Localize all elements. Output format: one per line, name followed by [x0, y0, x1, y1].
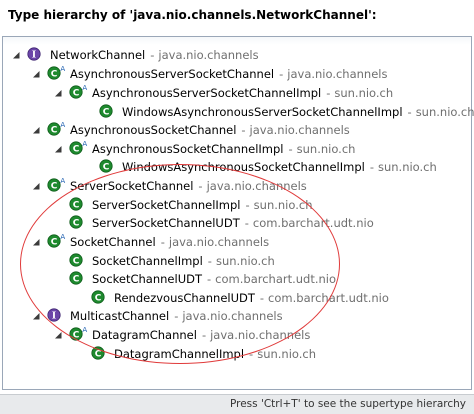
expanded-twisty-icon[interactable]: [54, 329, 63, 341]
package-name: sun.nio.ch: [257, 347, 317, 361]
svg-text:A: A: [82, 326, 87, 334]
name-separator: -: [249, 347, 254, 361]
abstract-class-icon: CA: [46, 64, 66, 84]
abstract-class-icon: CA: [46, 176, 66, 196]
interface-icon: I: [26, 45, 46, 65]
interface-icon: I: [46, 306, 66, 326]
class-icon: C: [68, 269, 88, 289]
class-icon: C: [90, 344, 110, 364]
svg-text:A: A: [60, 233, 65, 241]
abstract-class-icon: CA: [46, 232, 66, 252]
abstract-class-icon: CA: [68, 83, 88, 103]
tree-item[interactable]: C DatagramChannelImpl - sun.nio.ch: [90, 343, 316, 365]
svg-text:A: A: [82, 140, 87, 148]
svg-text:C: C: [51, 70, 58, 80]
svg-text:A: A: [60, 121, 65, 129]
svg-text:I: I: [32, 50, 37, 61]
svg-text:C: C: [73, 201, 80, 211]
svg-text:C: C: [73, 331, 80, 341]
svg-text:C: C: [73, 257, 80, 267]
name-separator: -: [407, 105, 412, 119]
abstract-class-icon: CA: [68, 139, 88, 159]
package-name: sun.nio.ch: [415, 105, 474, 119]
expanded-twisty-icon[interactable]: [54, 87, 63, 99]
hierarchy-title: Type hierarchy of 'java.nio.channels.Net…: [0, 0, 474, 30]
class-icon: C: [98, 157, 118, 177]
abstract-class-icon: CA: [68, 325, 88, 345]
package-name: sun.nio.ch: [377, 160, 437, 174]
expanded-twisty-icon[interactable]: [32, 236, 41, 248]
abstract-class-icon: CA: [46, 120, 66, 140]
svg-text:A: A: [60, 177, 65, 185]
class-icon: C: [68, 213, 88, 233]
svg-text:A: A: [82, 84, 87, 92]
svg-text:C: C: [73, 275, 80, 285]
expanded-twisty-icon[interactable]: [54, 143, 63, 155]
svg-text:C: C: [51, 238, 58, 248]
expanded-twisty-icon[interactable]: [32, 124, 41, 136]
name-separator: -: [369, 160, 374, 174]
svg-text:C: C: [95, 294, 102, 304]
expanded-twisty-icon[interactable]: [12, 49, 21, 61]
svg-text:C: C: [103, 108, 110, 118]
expanded-twisty-icon[interactable]: [32, 310, 41, 322]
svg-text:C: C: [73, 219, 80, 229]
status-hint: Press 'Ctrl+T' to see the supertype hier…: [229, 398, 466, 410]
svg-text:I: I: [52, 311, 57, 322]
svg-text:C: C: [51, 182, 58, 192]
package-name: com.barchart.udt.nio: [252, 216, 374, 230]
svg-text:C: C: [103, 163, 110, 173]
svg-text:C: C: [51, 126, 58, 136]
svg-text:A: A: [60, 65, 65, 73]
svg-text:C: C: [73, 145, 80, 155]
type-name: DatagramChannelImpl: [114, 347, 245, 361]
svg-text:C: C: [73, 89, 80, 99]
status-bar: Press 'Ctrl+T' to see the supertype hier…: [0, 394, 474, 414]
expanded-twisty-icon[interactable]: [32, 68, 41, 80]
svg-text:C: C: [95, 350, 102, 360]
expanded-twisty-icon[interactable]: [32, 180, 41, 192]
package-name: com.barchart.udt.nio: [268, 291, 389, 305]
